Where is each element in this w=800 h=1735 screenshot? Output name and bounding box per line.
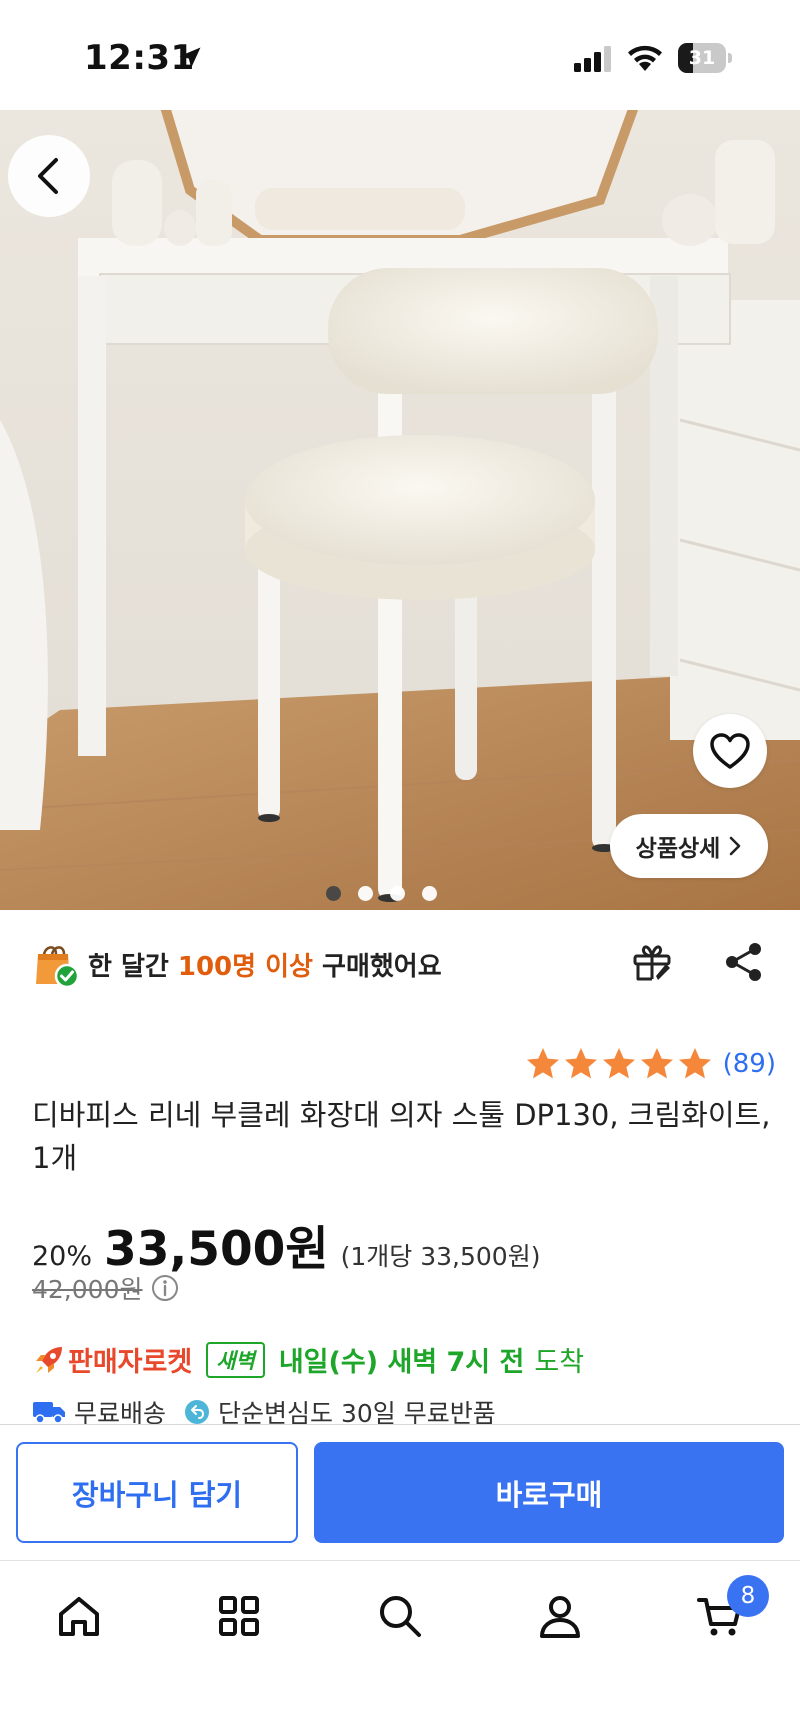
search-icon: [380, 1596, 421, 1637]
gallery-pagination[interactable]: [0, 886, 781, 901]
buy-now-button[interactable]: 바로구매: [314, 1442, 784, 1543]
user-icon: [540, 1596, 580, 1638]
purchase-count-prefix: 한 달간: [88, 952, 178, 982]
chevron-right-icon: [730, 836, 741, 856]
return-icon: [185, 1400, 210, 1424]
price-row: 20% 33,500원 (1개당 33,500원): [32, 1210, 540, 1279]
product-detail-button[interactable]: 상품상세: [610, 814, 768, 878]
battery-indicator: 31: [678, 43, 732, 73]
gallery-dot[interactable]: [421, 886, 437, 901]
grid-icon: [219, 1596, 259, 1636]
purchase-action-bar: 장바구니 담기 바로구매: [0, 1424, 800, 1560]
wishlist-button[interactable]: [693, 714, 767, 788]
dawn-delivery-badge: 새벽: [206, 1341, 265, 1378]
product-photo: [0, 110, 800, 910]
star-icon: [678, 1048, 711, 1079]
tab-search[interactable]: [345, 1561, 455, 1671]
product-image-gallery[interactable]: 상품상세: [0, 110, 800, 910]
arrival-suffix: 도착: [534, 1347, 585, 1378]
purchase-popularity-banner: 한 달간 100명 이상 구매했어요: [30, 934, 770, 994]
rating-stars: [525, 1046, 713, 1082]
tab-my-account[interactable]: [505, 1561, 615, 1671]
star-icon: [640, 1048, 673, 1079]
gallery-dot[interactable]: [325, 886, 341, 901]
delivery-info: 판매자로켓 새벽 내일(수) 새벽 7시 전 도착: [32, 1340, 584, 1379]
shopping-bag-check-icon: [36, 946, 80, 988]
discount-rate: 20%: [32, 1241, 93, 1272]
purchase-count-text: 한 달간 100명 이상 구매했어요: [88, 946, 442, 983]
gallery-dot[interactable]: [389, 886, 405, 901]
battery-level-text: 31: [688, 47, 716, 69]
sale-price: 33,500원: [104, 1222, 329, 1277]
home-icon: [59, 1597, 99, 1636]
purchase-count-highlight: 100명 이상: [177, 952, 313, 982]
purchase-count-suffix: 구매했어요: [312, 952, 442, 982]
status-bar: 12:31 31: [0, 0, 800, 110]
unit-price: (1개당 33,500원): [340, 1242, 541, 1271]
original-price-row: 42,000원: [32, 1270, 180, 1306]
product-rating[interactable]: (89): [525, 1046, 776, 1082]
bottom-tab-bar: 8: [0, 1560, 800, 1735]
tab-home[interactable]: [24, 1561, 134, 1671]
star-icon: [602, 1048, 635, 1079]
original-price: 42,000원: [32, 1275, 143, 1304]
gift-icon[interactable]: [630, 940, 674, 984]
chevron-left-icon: [38, 158, 58, 194]
review-count[interactable]: (89): [723, 1049, 776, 1079]
info-icon[interactable]: [150, 1273, 180, 1303]
truck-icon: [33, 1402, 65, 1424]
wifi-icon: [628, 45, 662, 71]
cellular-signal-icon: [574, 46, 611, 72]
product-detail-label: 상품상세: [635, 836, 721, 862]
tab-categories[interactable]: [184, 1561, 294, 1671]
product-title: 디바피스 리네 부클레 화장대 의자 스툴 DP130, 크림화이트, 1개: [32, 1098, 771, 1175]
gallery-dot[interactable]: [357, 886, 373, 901]
star-icon: [526, 1048, 559, 1079]
share-icon[interactable]: [722, 940, 766, 984]
location-arrow-icon: [179, 47, 201, 68]
cart-count-badge: 8: [727, 1575, 769, 1617]
back-button[interactable]: [8, 135, 90, 217]
add-to-cart-button[interactable]: 장바구니 담기: [16, 1442, 298, 1543]
heart-icon: [710, 733, 750, 769]
rocket-icon: [36, 1346, 62, 1373]
seller-rocket-label: 판매자로켓: [68, 1347, 193, 1378]
star-icon: [564, 1048, 597, 1079]
arrival-time: 내일(수) 새벽 7시 전: [278, 1347, 525, 1378]
